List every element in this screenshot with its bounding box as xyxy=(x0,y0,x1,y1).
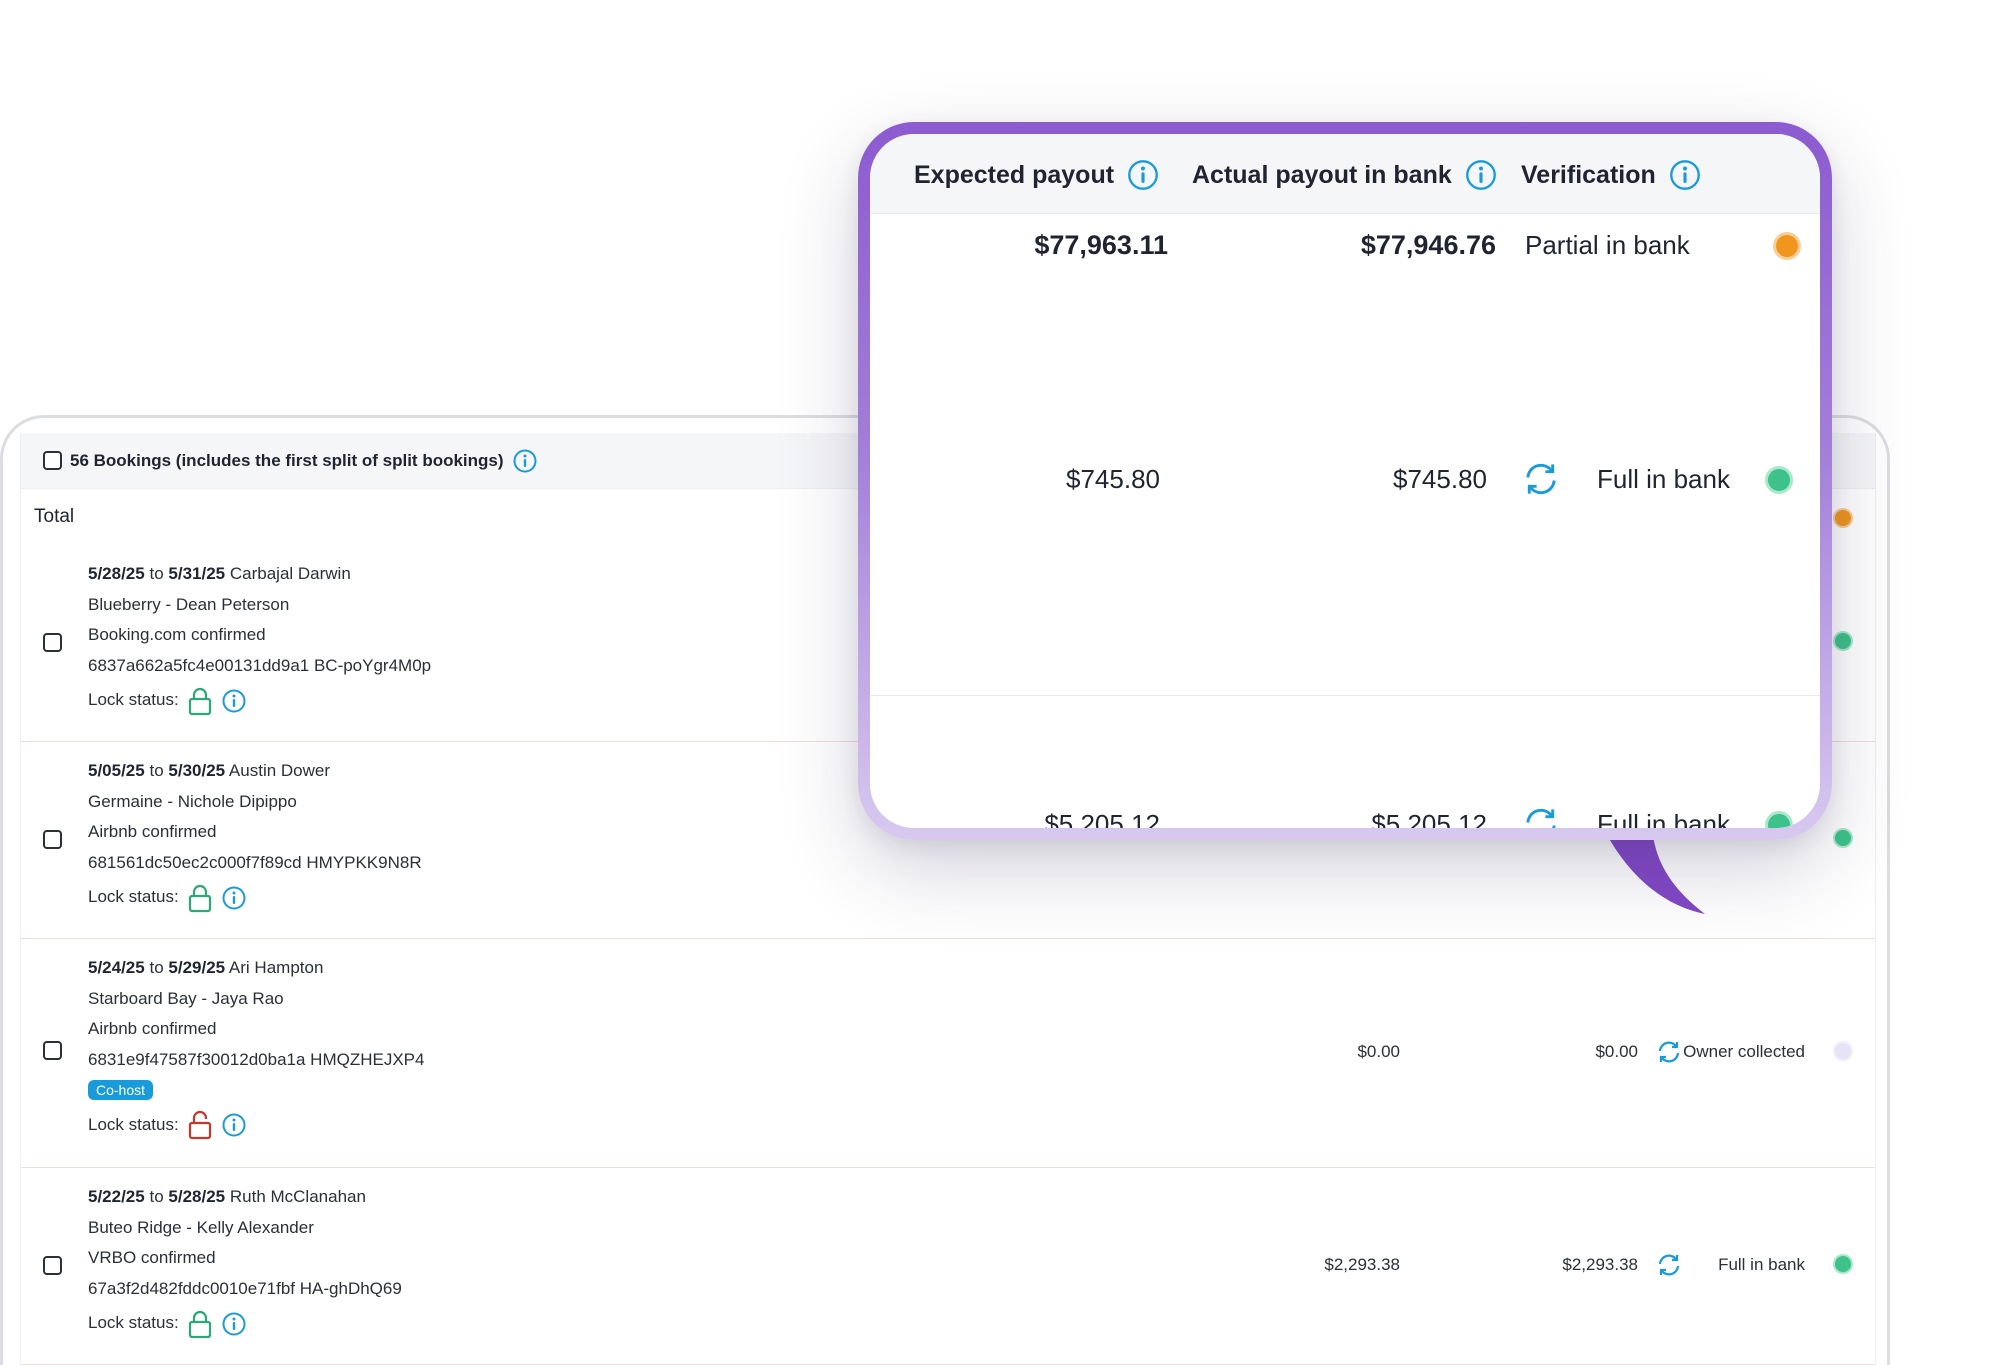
date-separator: to xyxy=(149,564,164,583)
lock-open-icon xyxy=(188,1111,211,1140)
verification-status: Full in bank xyxy=(1597,464,1730,494)
actual-payout: $2,293.38 xyxy=(1562,1255,1638,1274)
info-icon[interactable] xyxy=(512,448,538,474)
actual-payout-header-label: Actual payout in bank xyxy=(1192,160,1452,189)
date-separator: to xyxy=(149,958,164,977)
lock-closed-icon xyxy=(188,1310,211,1338)
booking-end-date: 5/29/25 xyxy=(168,958,226,977)
verification-status: Partial in bank xyxy=(1525,230,1690,260)
booking-channel: Airbnb confirmed xyxy=(88,822,217,842)
booking-channel: Airbnb confirmed xyxy=(88,1019,217,1039)
verification-header: Verification xyxy=(1521,158,1702,192)
actual-payout: $5,205.12 xyxy=(1371,809,1487,828)
booking-start-date: 5/22/25 xyxy=(88,1187,145,1206)
booking-end-date: 5/31/25 xyxy=(168,564,226,583)
info-icon[interactable] xyxy=(221,688,247,714)
status-dot xyxy=(1833,1041,1853,1061)
status-dot xyxy=(1765,466,1793,494)
table-row: 5/24/25 to 5/29/25 Ari Hampton Starboard… xyxy=(21,939,1875,1168)
expected-payout: $5,205.12 xyxy=(1044,809,1160,828)
booking-channel: VRBO confirmed xyxy=(88,1248,216,1268)
verification-status: Full in bank xyxy=(1597,809,1730,828)
lock-status-label: Lock status: xyxy=(88,1114,179,1134)
total-status-dot xyxy=(1833,508,1853,528)
lock-closed-icon xyxy=(188,884,211,912)
status-dot xyxy=(1773,232,1801,260)
actual-payout-header: Actual payout in bank xyxy=(1192,158,1498,192)
booking-reference: 6831e9f47587f30012d0ba1a HMQZHEJXP4 xyxy=(88,1049,425,1069)
status-dot xyxy=(1833,631,1853,651)
booking-channel: Booking.com confirmed xyxy=(88,625,266,645)
expected-payout: $0.00 xyxy=(1357,1042,1400,1061)
lock-status-label: Lock status: xyxy=(88,690,179,710)
zoom-table: Expected payout Actual payout in bank Ve… xyxy=(870,134,1820,828)
row-checkbox[interactable] xyxy=(43,830,62,849)
date-separator: to xyxy=(149,1187,164,1206)
guest-name: Austin Dower xyxy=(228,761,331,780)
property-owner: Starboard Bay - Jaya Rao xyxy=(88,988,284,1008)
lock-status-label: Lock status: xyxy=(88,887,179,907)
info-icon[interactable] xyxy=(221,1112,247,1138)
sync-arrows-icon[interactable] xyxy=(1522,460,1560,498)
expected-payout: $745.80 xyxy=(1066,464,1160,494)
zoom-table-header: Expected payout Actual payout in bank Ve… xyxy=(870,134,1820,214)
lock-status-label: Lock status: xyxy=(88,1313,179,1333)
date-separator: to xyxy=(149,761,164,780)
actual-payout: $745.80 xyxy=(1393,464,1487,494)
verification-status: Full in bank xyxy=(1718,1255,1805,1274)
info-icon[interactable] xyxy=(221,1311,247,1337)
sync-arrows-icon[interactable] xyxy=(1656,1039,1682,1065)
info-icon[interactable] xyxy=(1126,158,1160,192)
booking-start-date: 5/05/25 xyxy=(88,761,145,780)
booking-start-date: 5/24/25 xyxy=(88,958,145,977)
status-dot xyxy=(1765,811,1793,828)
zoom-row: $745.80 $745.80 Full in bank xyxy=(870,354,1820,696)
booking-reference: 67a3f2d482fddc0010e71fbf HA-ghDhQ69 xyxy=(88,1278,402,1298)
status-dot xyxy=(1833,828,1853,848)
row-checkbox[interactable] xyxy=(43,633,62,652)
booking-end-date: 5/28/25 xyxy=(168,1187,226,1206)
booking-end-date: 5/30/25 xyxy=(168,761,226,780)
verification-status: Owner collected xyxy=(1683,1042,1805,1061)
actual-payout: $0.00 xyxy=(1595,1042,1638,1061)
guest-name: Ruth McClanahan xyxy=(229,1187,366,1206)
sync-arrows-icon[interactable] xyxy=(1656,1252,1682,1278)
co-host-badge: Co-host xyxy=(88,1080,154,1101)
expected-payout: $2,293.38 xyxy=(1324,1255,1400,1274)
expected-payout-header-label: Expected payout xyxy=(914,160,1115,189)
booking-start-date: 5/28/25 xyxy=(88,564,145,583)
expected-payout-header: Expected payout xyxy=(914,158,1160,192)
info-icon[interactable] xyxy=(1464,158,1498,192)
lock-closed-icon xyxy=(188,687,211,715)
row-checkbox[interactable] xyxy=(43,1041,62,1060)
info-icon[interactable] xyxy=(221,885,247,911)
property-owner: Germaine - Nichole Dipippo xyxy=(88,791,297,811)
info-icon[interactable] xyxy=(1668,158,1702,192)
guest-name: Ari Hampton xyxy=(228,958,324,977)
bookings-count-label: 56 Bookings (includes the first split of… xyxy=(70,450,504,470)
total-label: Total xyxy=(34,506,75,527)
property-owner: Buteo Ridge - Kelly Alexander xyxy=(88,1217,314,1237)
sync-arrows-icon[interactable] xyxy=(1522,805,1560,828)
status-dot xyxy=(1833,1254,1853,1274)
property-owner: Blueberry - Dean Peterson xyxy=(88,594,290,614)
zoom-row: $5,205.12 $5,205.12 Full in bank xyxy=(870,696,1820,828)
booking-reference: 681561dc50ec2c000f7f89cd HMYPKK9N8R xyxy=(88,852,422,872)
payout-zoom-callout: Expected payout Actual payout in bank Ve… xyxy=(858,122,1832,840)
expected-payout-total: $77,963.11 xyxy=(1034,230,1168,260)
booking-reference: 6837a662a5fc4e00131dd9a1 BC-poYgr4M0p xyxy=(88,655,432,675)
guest-name: Carbajal Darwin xyxy=(229,564,351,583)
row-checkbox[interactable] xyxy=(43,1256,62,1275)
actual-payout-total: $77,946.76 xyxy=(1360,230,1496,260)
table-row: 5/22/25 to 5/28/25 Ruth McClanahan Buteo… xyxy=(21,1168,1875,1365)
select-all-checkbox[interactable] xyxy=(43,451,62,470)
zoom-total-row: $77,963.11 $77,946.76 Partial in bank xyxy=(870,214,1820,354)
verification-header-label: Verification xyxy=(1521,160,1656,189)
